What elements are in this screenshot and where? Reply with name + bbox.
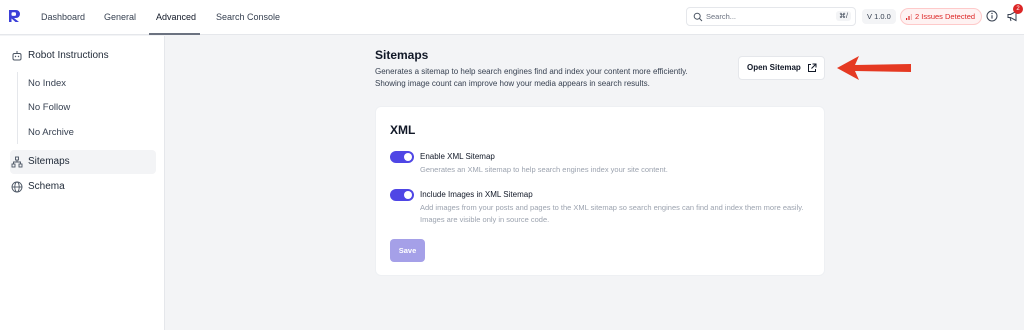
- tab-advanced[interactable]: Advanced: [149, 0, 200, 35]
- search-placeholder: Search...: [706, 12, 737, 21]
- option-desc-images: Add images from your posts and pages to …: [420, 203, 804, 224]
- option-label-enable: Enable XML Sitemap: [420, 152, 495, 161]
- sidebar-item-schema[interactable]: Schema: [10, 175, 156, 199]
- tab-dashboard[interactable]: Dashboard: [41, 0, 85, 35]
- search-input[interactable]: Search... ⌘/: [686, 7, 856, 26]
- page-description: Generates a sitemap to help search engin…: [375, 67, 688, 88]
- tab-general[interactable]: General: [104, 0, 136, 35]
- toggle-knob: [404, 153, 412, 161]
- globe-icon: [11, 181, 23, 193]
- sidebar-item-no-archive[interactable]: No Archive: [28, 123, 74, 143]
- open-sitemap-button[interactable]: Open Sitemap: [738, 56, 825, 80]
- sidebar-label-sitemaps: Sitemaps: [28, 156, 70, 167]
- sidebar-label-schema: Schema: [28, 181, 65, 192]
- sidebar-item-sitemaps[interactable]: Sitemaps: [10, 150, 156, 174]
- card-title: XML: [390, 123, 416, 137]
- search-shortcut: ⌘/: [836, 11, 851, 21]
- toggle-enable-xml-sitemap[interactable]: [390, 151, 414, 163]
- issues-badge[interactable]: 2 Issues Detected: [900, 8, 983, 25]
- signal-bars-icon: [906, 14, 912, 20]
- open-sitemap-label: Open Sitemap: [747, 63, 801, 72]
- tab-search-console[interactable]: Search Console: [216, 0, 280, 35]
- sidebar-item-no-index[interactable]: No Index: [28, 74, 66, 94]
- sidebar-item-no-follow[interactable]: No Follow: [28, 98, 70, 118]
- info-icon[interactable]: [986, 10, 998, 22]
- sitemap-icon: [11, 156, 23, 168]
- version-badge: V 1.0.0: [862, 9, 896, 24]
- sidebar-item-robot-instructions[interactable]: Robot Instructions: [10, 44, 156, 68]
- top-bar: Dashboard General Advanced Search Consol…: [0, 0, 1024, 35]
- toggle-knob: [404, 191, 412, 199]
- issues-label: 2 Issues Detected: [915, 12, 976, 21]
- xml-card: XML Enable XML Sitemap Generates an XML …: [375, 106, 825, 276]
- robot-icon: [12, 51, 22, 61]
- submenu-line: [17, 72, 18, 144]
- external-link-icon: [808, 63, 817, 72]
- sidebar-label-robot: Robot Instructions: [28, 50, 109, 61]
- app-logo[interactable]: [8, 9, 22, 23]
- red-arrow-annotation: [837, 56, 911, 80]
- notification-badge: 2: [1013, 4, 1023, 14]
- sidebar: Robot Instructions No Index No Follow No…: [0, 36, 165, 330]
- search-icon: [693, 12, 703, 22]
- option-label-images: Include Images in XML Sitemap: [420, 190, 533, 199]
- option-desc-enable: Generates an XML sitemap to help search …: [420, 165, 668, 174]
- page-title: Sitemaps: [375, 48, 429, 62]
- save-button[interactable]: Save: [390, 239, 425, 262]
- toggle-include-images[interactable]: [390, 189, 414, 201]
